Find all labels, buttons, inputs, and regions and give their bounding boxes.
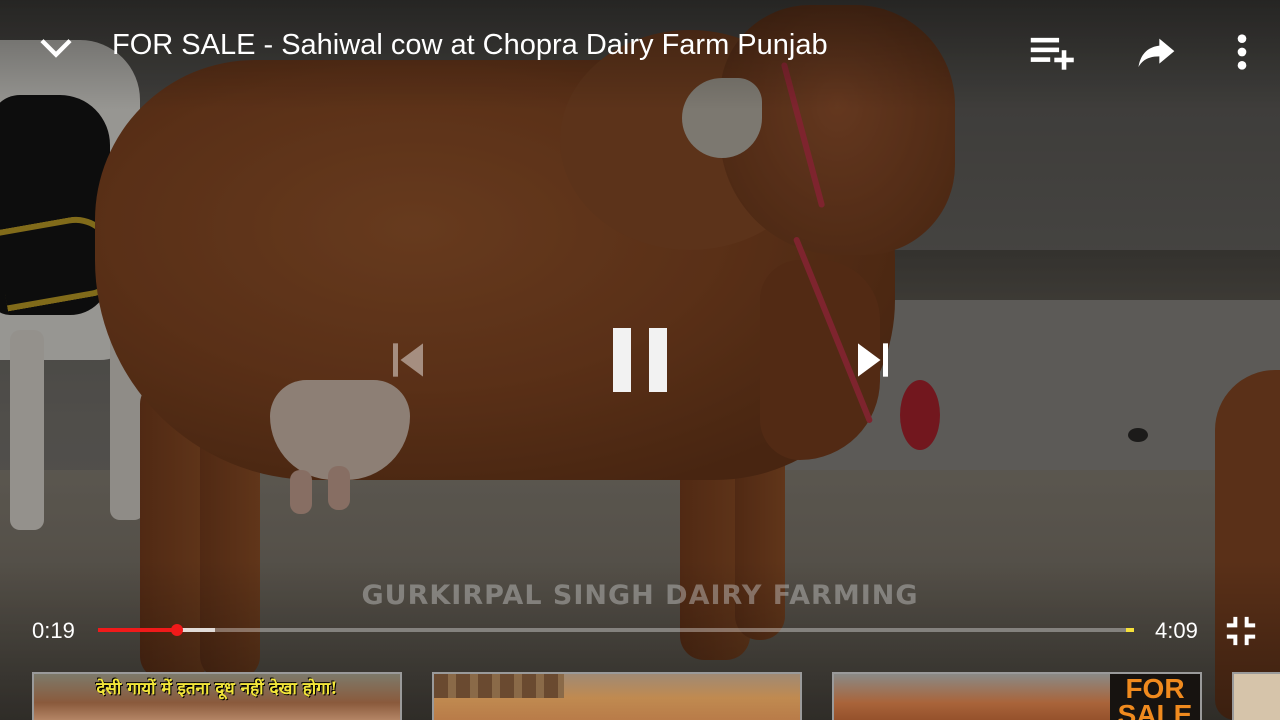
total-duration: 4:09 <box>1155 618 1198 643</box>
thumbnail-dung-cakes <box>434 674 564 698</box>
chevron-down-icon <box>40 39 72 58</box>
ad-marker <box>1125 628 1134 632</box>
suggested-video-thumbnail[interactable] <box>432 672 802 720</box>
playlist-add-icon <box>1030 37 1074 70</box>
next-video-button[interactable] <box>845 330 901 390</box>
exit-fullscreen-button[interactable] <box>1220 610 1262 652</box>
add-to-queue-button[interactable] <box>1026 28 1078 76</box>
for-sale-badge: FOR SALE <box>1110 674 1200 720</box>
current-time: 0:19 <box>32 618 75 643</box>
thumbnail-caption: देसी गायों में इतना दूध नहीं देखा होगा! <box>96 679 338 699</box>
seek-thumb[interactable] <box>171 624 184 636</box>
collapse-button[interactable] <box>30 24 82 72</box>
player-top-bar: FOR SALE - Sahiwal cow at Chopra Dairy F… <box>0 0 1280 96</box>
share-button[interactable] <box>1130 28 1182 76</box>
played-progress <box>98 628 178 632</box>
suggested-video-thumbnail[interactable] <box>1232 672 1280 720</box>
seek-bar[interactable] <box>98 624 1134 636</box>
video-player[interactable]: GURKIRPAL SINGH DAIRY FARMING FOR SALE -… <box>0 0 1280 720</box>
pause-button[interactable] <box>600 318 680 402</box>
badge-line: SALE <box>1117 699 1193 720</box>
channel-watermark: GURKIRPAL SINGH DAIRY FARMING <box>361 580 919 611</box>
skip-next-icon <box>858 343 888 377</box>
fullscreen-exit-icon <box>1226 616 1256 646</box>
share-arrow-icon <box>1138 38 1175 67</box>
pause-icon <box>613 328 667 392</box>
suggested-video-thumbnail[interactable]: देसी गायों में इतना दूध नहीं देखा होगा! <box>32 672 402 720</box>
more-options-button[interactable] <box>1220 28 1264 76</box>
video-title: FOR SALE - Sahiwal cow at Chopra Dairy F… <box>112 29 828 61</box>
previous-video-button[interactable] <box>380 330 436 390</box>
skip-previous-icon <box>393 343 423 377</box>
suggested-video-thumbnail[interactable]: FOR SALE <box>832 672 1202 720</box>
more-vert-icon <box>1237 34 1247 70</box>
